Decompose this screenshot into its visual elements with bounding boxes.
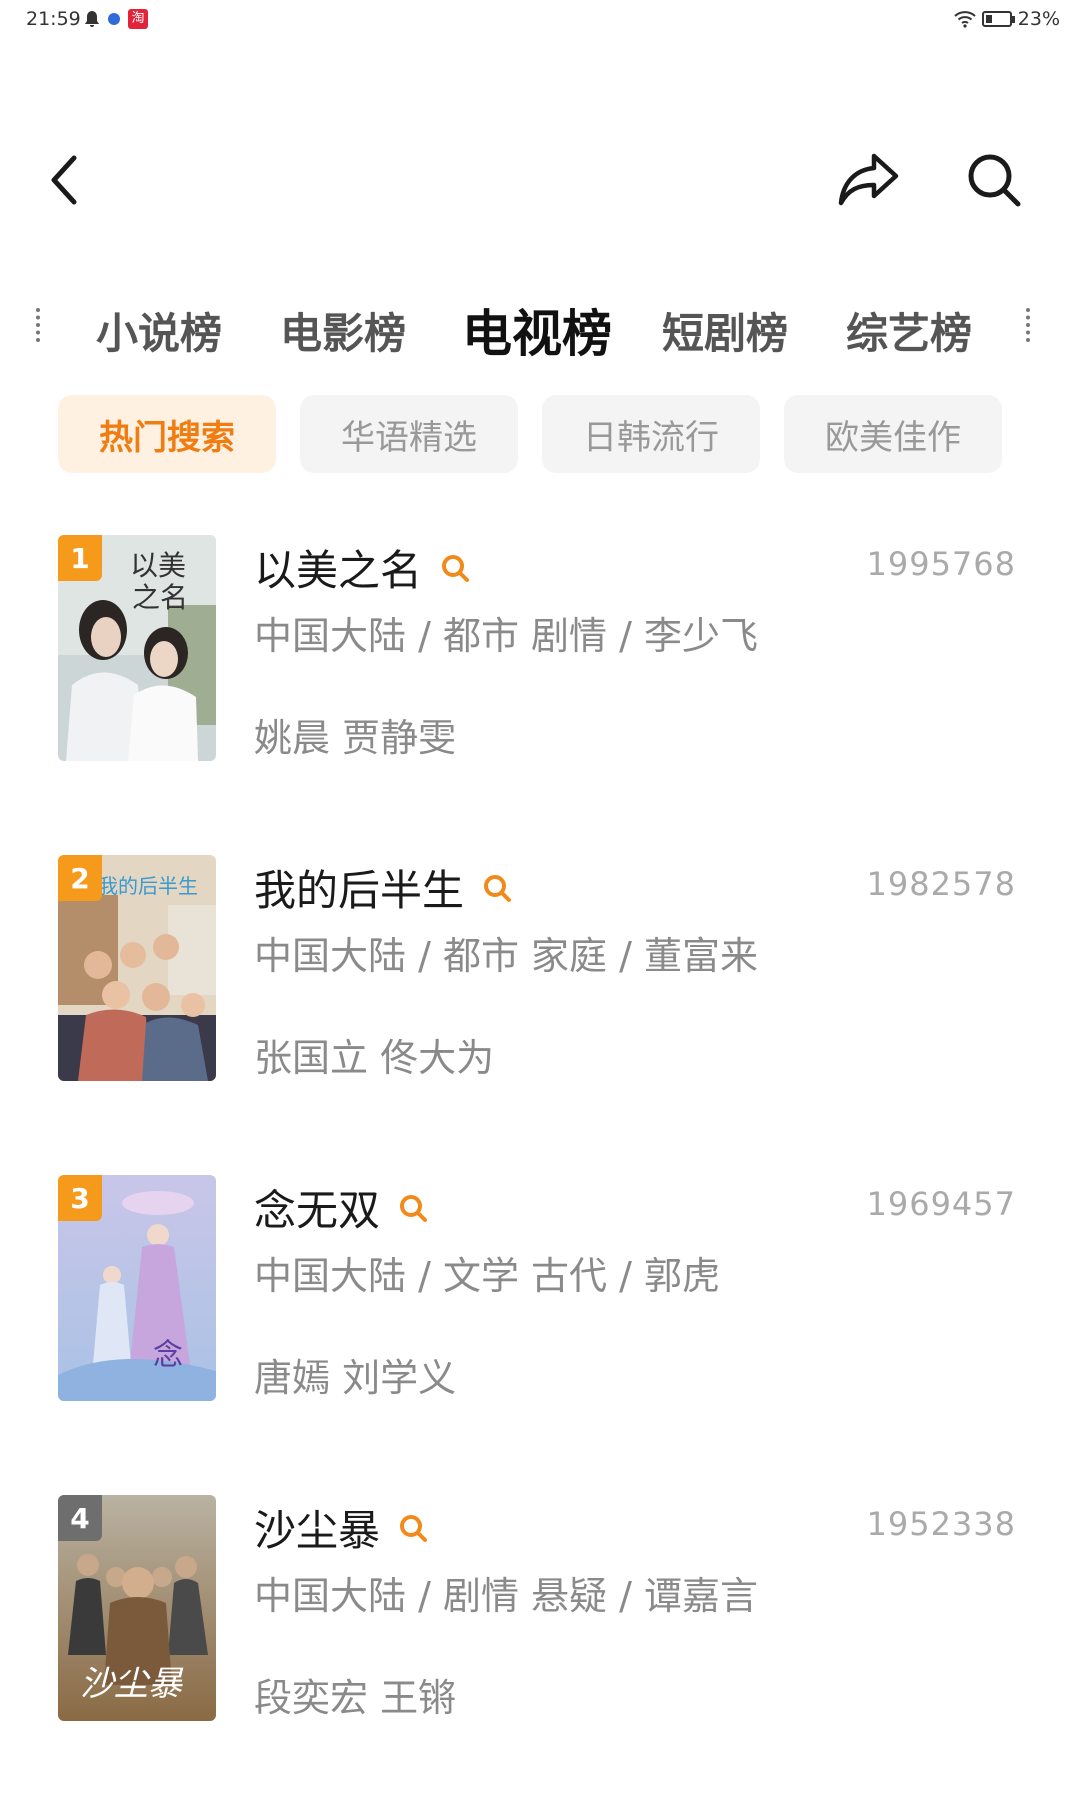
show-actors: 张国立 佟大为 (254, 1036, 495, 1080)
search-icon[interactable] (440, 553, 470, 583)
tab-novel-rank[interactable]: 小说榜 (96, 300, 222, 361)
chip-japan-korea[interactable]: 日韩流行 (542, 395, 760, 473)
show-actors: 唐嫣 刘学义 (254, 1356, 457, 1400)
status-right: 23% (954, 8, 1060, 30)
search-count: 1969457 (866, 1185, 1016, 1223)
show-title[interactable]: 我的后半生 (254, 857, 464, 918)
tab-tv-rank[interactable]: 电视榜 (462, 294, 612, 366)
notification-icons: 淘 (84, 9, 148, 29)
svg-text:以美: 以美 (130, 549, 186, 582)
show-meta: 中国大陆 / 都市 家庭 / 董富来 (254, 934, 759, 978)
show-actors: 段奕宏 王锵 (254, 1676, 457, 1720)
search-count: 1995768 (866, 545, 1016, 583)
tab-variety-rank[interactable]: 综艺榜 (846, 300, 972, 361)
filter-chips: 热门搜索 华语精选 日韩流行 欧美佳作 (58, 395, 1002, 473)
title-row: 念无双 (254, 1177, 428, 1238)
chip-hot-search[interactable]: 热门搜索 (58, 395, 276, 473)
back-button[interactable] (40, 150, 90, 210)
category-tabs: 小说榜 电影榜 电视榜 短剧榜 综艺榜 (0, 290, 1080, 370)
app-dot-icon (108, 13, 120, 25)
svg-text:念: 念 (153, 1338, 183, 1373)
search-button[interactable] (964, 150, 1024, 210)
tab-short-drama-rank[interactable]: 短剧榜 (662, 300, 788, 361)
tab-movie-rank[interactable]: 电影榜 (280, 300, 406, 361)
show-title[interactable]: 沙尘暴 (254, 1497, 380, 1558)
search-icon[interactable] (398, 1193, 428, 1223)
svg-text:沙尘暴: 沙尘暴 (80, 1664, 184, 1704)
battery-percent: 23% (1017, 8, 1060, 30)
poster-image[interactable]: 念 3 (58, 1175, 216, 1401)
poster-image[interactable]: 沙尘暴 4 (58, 1495, 216, 1721)
list-item[interactable]: 沙尘暴 4 沙尘暴 1952338 中国大陆 / 剧情 悬疑 / 谭嘉言 段奕宏… (0, 1495, 1080, 1800)
list-item[interactable]: 我的后半生 2 我的后半生 1982578 中国大陆 / 都市 家庭 / 董富来… (0, 855, 1080, 1175)
wifi-icon (954, 11, 976, 28)
poster-image[interactable]: 以美 之名 1 (58, 535, 216, 761)
bell-icon (85, 11, 99, 27)
status-time: 21:59 (26, 8, 81, 30)
show-actors: 姚晨 贾静雯 (254, 716, 457, 760)
show-title[interactable]: 以美之名 (254, 537, 422, 598)
list-item[interactable]: 以美 之名 1 以美之名 1995768 中国大陆 / 都市 剧情 / 李少飞 … (0, 535, 1080, 855)
ranking-list: 以美 之名 1 以美之名 1995768 中国大陆 / 都市 剧情 / 李少飞 … (0, 535, 1080, 1800)
share-button[interactable] (836, 148, 902, 210)
tab-overflow-right[interactable] (1026, 308, 1032, 342)
svg-text:我的后半生: 我的后半生 (98, 874, 198, 898)
search-count: 1952338 (866, 1505, 1016, 1543)
title-row: 以美之名 (254, 537, 470, 598)
chip-chinese-picks[interactable]: 华语精选 (300, 395, 518, 473)
svg-text:之名: 之名 (132, 581, 188, 614)
rank-badge: 1 (58, 535, 102, 581)
show-meta: 中国大陆 / 文学 古代 / 郭虎 (254, 1254, 721, 1298)
search-icon[interactable] (398, 1513, 428, 1543)
search-count: 1982578 (866, 865, 1016, 903)
battery-icon (981, 11, 1015, 27)
rank-badge: 2 (58, 855, 102, 901)
rank-badge: 4 (58, 1495, 102, 1541)
title-row: 沙尘暴 (254, 1497, 428, 1558)
chip-western[interactable]: 欧美佳作 (784, 395, 1002, 473)
rank-badge: 3 (58, 1175, 102, 1221)
show-title[interactable]: 念无双 (254, 1177, 380, 1238)
search-icon[interactable] (482, 873, 512, 903)
show-meta: 中国大陆 / 都市 剧情 / 李少飞 (254, 614, 759, 658)
poster-image[interactable]: 我的后半生 2 (58, 855, 216, 1081)
status-bar: 21:59 淘 23% (0, 0, 1080, 44)
show-meta: 中国大陆 / 剧情 悬疑 / 谭嘉言 (254, 1574, 759, 1618)
list-item[interactable]: 念 3 念无双 1969457 中国大陆 / 文学 古代 / 郭虎 唐嫣 刘学义 (0, 1175, 1080, 1495)
taobao-icon: 淘 (128, 9, 148, 29)
tab-overflow-left[interactable] (36, 308, 42, 342)
title-row: 我的后半生 (254, 857, 512, 918)
